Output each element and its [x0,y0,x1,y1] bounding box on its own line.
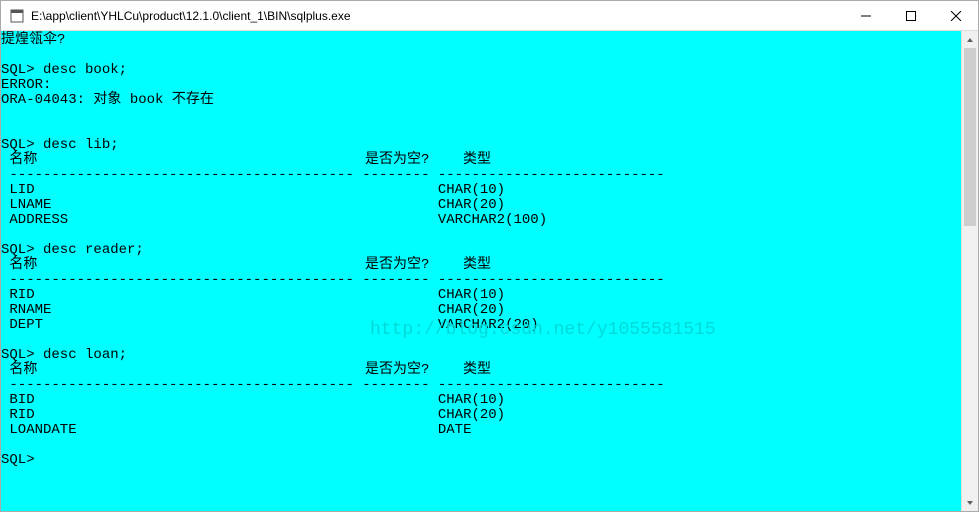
scroll-up-arrow-icon[interactable] [962,31,978,48]
terminal-output[interactable]: 提煌瓴伞? SQL> desc book; ERROR: ORA-04043: … [1,31,961,511]
window-titlebar: E:\app\client\YHLCu\product\12.1.0\clien… [1,1,978,31]
scrollbar-track[interactable] [962,48,978,494]
app-icon [9,8,25,24]
scroll-down-arrow-icon[interactable] [962,494,978,511]
maximize-button[interactable] [888,1,933,30]
close-button[interactable] [933,1,978,30]
minimize-button[interactable] [843,1,888,30]
window-title: E:\app\client\YHLCu\product\12.1.0\clien… [31,9,843,23]
window-controls [843,1,978,30]
vertical-scrollbar[interactable] [961,31,978,511]
scrollbar-thumb[interactable] [964,48,976,226]
